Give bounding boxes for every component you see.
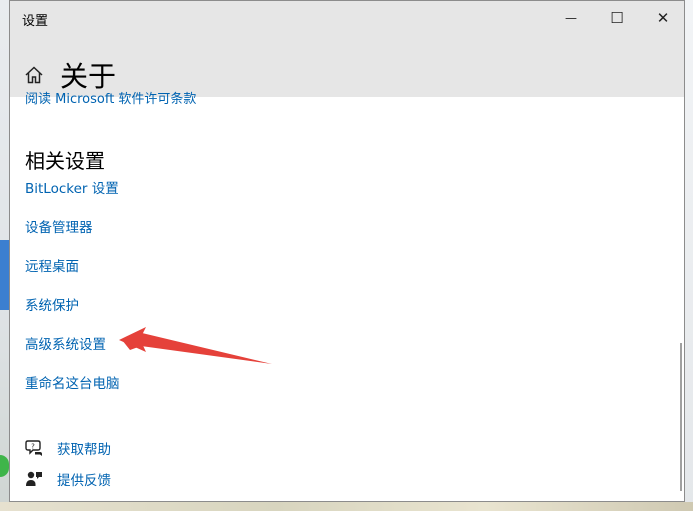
minimize-button[interactable]: — — [548, 1, 594, 35]
content-area: 阅读 Microsoft 软件许可条款 相关设置 BitLocker 设置 设备… — [10, 92, 684, 501]
maximize-button[interactable]: ☐ — [594, 1, 640, 35]
remote-desktop-link[interactable]: 远程桌面 — [25, 255, 79, 275]
home-icon[interactable] — [24, 65, 44, 85]
close-button[interactable]: ✕ — [640, 1, 684, 35]
get-help-row[interactable]: ? 获取帮助 — [25, 437, 111, 459]
title-bar: 设置 — ☐ ✕ — [10, 1, 684, 35]
svg-text:?: ? — [31, 443, 35, 451]
related-settings-heading: 相关设置 — [25, 149, 105, 173]
help-chat-icon: ? — [25, 440, 42, 456]
feedback-icon — [26, 471, 42, 486]
license-terms-link[interactable]: 阅读 Microsoft 软件许可条款 — [25, 88, 196, 107]
window-title: 设置 — [22, 14, 49, 29]
desktop-icon-fragment — [0, 240, 9, 310]
advanced-system-settings-link[interactable]: 高级系统设置 — [25, 333, 106, 353]
desktop-background-left — [0, 0, 9, 511]
bitlocker-settings-link[interactable]: BitLocker 设置 — [25, 177, 119, 197]
desktop-background-right — [685, 0, 693, 511]
settings-window: 设置 — ☐ ✕ 关于 阅读 Microsoft 软件许可条款 相关设置 Bit… — [9, 0, 685, 502]
maximize-icon: ☐ — [610, 9, 624, 27]
device-manager-link[interactable]: 设备管理器 — [25, 216, 93, 236]
rename-pc-link[interactable]: 重命名这台电脑 — [25, 372, 120, 392]
give-feedback-row[interactable]: 提供反馈 — [25, 468, 111, 490]
close-icon: ✕ — [656, 9, 670, 27]
system-protection-link[interactable]: 系统保护 — [25, 294, 79, 314]
get-help-label: 获取帮助 — [57, 442, 111, 458]
desktop-background-bottom — [0, 502, 693, 511]
scrollbar-thumb[interactable] — [680, 343, 682, 491]
give-feedback-label: 提供反馈 — [57, 473, 111, 489]
desktop-icon-fragment — [0, 455, 9, 477]
minimize-icon: — — [565, 11, 577, 25]
